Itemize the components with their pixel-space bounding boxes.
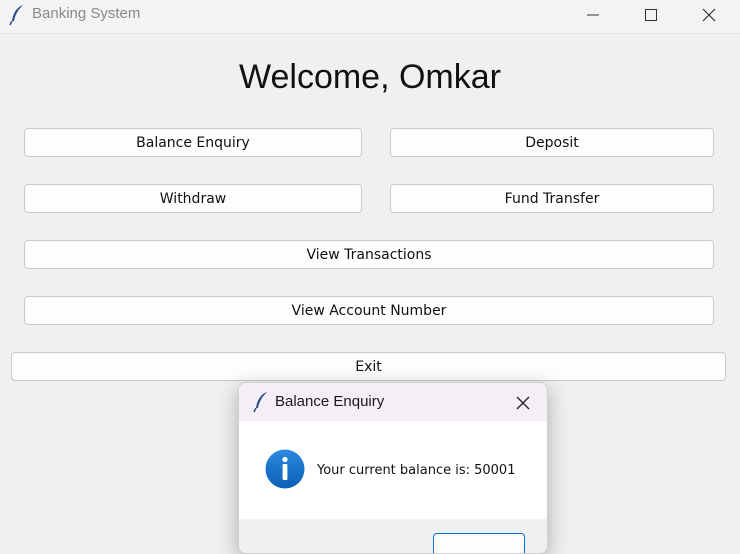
feather-icon (9, 5, 23, 26)
fund-transfer-button[interactable]: Fund Transfer (390, 184, 714, 213)
view-account-number-button[interactable]: View Account Number (24, 296, 714, 325)
dialog-close-button[interactable] (511, 391, 535, 415)
view-transactions-button[interactable]: View Transactions (24, 240, 714, 269)
withdraw-button[interactable]: Withdraw (24, 184, 362, 213)
maximize-button[interactable] (622, 0, 680, 30)
dialog-message: Your current balance is: 50001 (317, 463, 516, 478)
info-icon (265, 449, 305, 489)
close-icon (516, 396, 530, 410)
feather-icon (253, 392, 267, 413)
maximize-icon (645, 9, 657, 21)
exit-button[interactable]: Exit (11, 352, 726, 381)
minimize-icon (587, 14, 599, 16)
balance-enquiry-button[interactable]: Balance Enquiry (24, 128, 362, 157)
deposit-button[interactable]: Deposit (390, 128, 714, 157)
ok-button[interactable] (433, 533, 525, 553)
close-icon (702, 8, 716, 22)
close-button[interactable] (680, 0, 738, 30)
dialog-title: Balance Enquiry (275, 393, 385, 410)
welcome-heading: Welcome, Omkar (239, 58, 501, 96)
window-title: Banking System (32, 5, 141, 22)
minimize-button[interactable] (564, 0, 622, 30)
window-titlebar[interactable]: Banking System (0, 0, 740, 34)
dialog-titlebar[interactable]: Balance Enquiry (239, 383, 547, 421)
balance-enquiry-dialog: Balance Enquiry Your current balance is:… (238, 382, 548, 554)
